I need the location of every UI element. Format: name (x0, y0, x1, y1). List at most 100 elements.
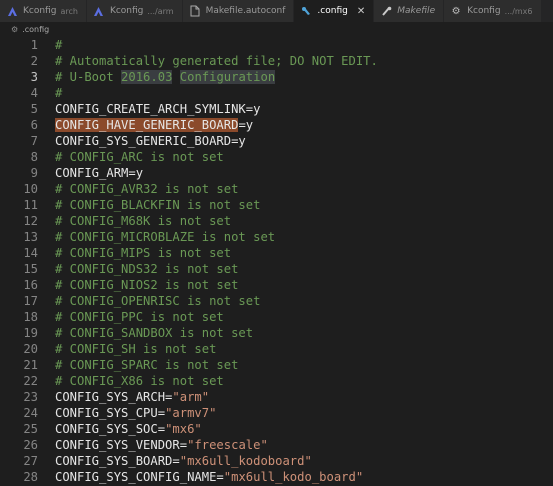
line-number: 11 (23, 198, 38, 212)
code-editor[interactable]: 1 #2 # Automatically generated file; DO NO… (0, 37, 553, 486)
code-token: CONFIG_SYS_BOARD= (55, 454, 180, 468)
code-token: # CONFIG_MICROBLAZE is not set (55, 230, 276, 244)
line-number: 12 (23, 214, 38, 228)
gear-icon: ⚙ (451, 5, 461, 17)
code-line[interactable]: 22 # CONFIG_X86 is not set (0, 373, 553, 389)
tab-5[interactable]: Makefile (374, 0, 445, 22)
line-number: 3 (30, 70, 38, 84)
code-line[interactable]: 20 # CONFIG_SH is not set (0, 341, 553, 357)
line-code[interactable]: CONFIG_SYS_BOARD="mx6ull_kodoboard" (55, 453, 312, 469)
code-token: # CONFIG_MIPS is not set (55, 246, 232, 260)
code-line[interactable]: 21 # CONFIG_SPARC is not set (0, 357, 553, 373)
line-code[interactable]: # CONFIG_SANDBOX is not set (55, 325, 253, 341)
line-number: 14 (23, 246, 38, 260)
line-code[interactable]: # CONFIG_NDS32 is not set (55, 261, 238, 277)
line-code[interactable]: # CONFIG_X86 is not set (55, 373, 224, 389)
code-token: # CONFIG_PPC is not set (55, 310, 224, 324)
line-code[interactable]: CONFIG_SYS_VENDOR="freescale" (55, 437, 268, 453)
tab-1[interactable]: Kconfig arch (0, 0, 87, 22)
line-code[interactable]: # CONFIG_AVR32 is not set (55, 181, 238, 197)
line-code[interactable]: # CONFIG_OPENRISC is not set (55, 293, 260, 309)
code-line[interactable]: 11 # CONFIG_BLACKFIN is not set (0, 197, 553, 213)
code-line[interactable]: 9 CONFIG_ARM=y (0, 165, 553, 181)
code-line[interactable]: 7 CONFIG_SYS_GENERIC_BOARD=y (0, 133, 553, 149)
code-line[interactable]: 15 # CONFIG_NDS32 is not set (0, 261, 553, 277)
code-line[interactable]: 12 # CONFIG_M68K is not set (0, 213, 553, 229)
line-code[interactable]: CONFIG_SYS_CPU="armv7" (55, 405, 216, 421)
line-number: 28 (23, 470, 38, 484)
code-line[interactable]: 28 CONFIG_SYS_CONFIG_NAME="mx6ull_kodo_bo… (0, 469, 553, 485)
line-code[interactable]: # U-Boot 2016.03 Configuration (55, 69, 276, 85)
breadcrumb-file[interactable]: .config (22, 25, 49, 34)
line-number: 22 (23, 374, 38, 388)
code-line[interactable]: 24 CONFIG_SYS_CPU="armv7" (0, 405, 553, 421)
line-code[interactable]: CONFIG_SYS_CONFIG_NAME="mx6ull_kodo_boar… (55, 469, 363, 485)
line-code[interactable]: CONFIG_HAVE_GENERIC_BOARD=y (55, 117, 253, 133)
close-icon[interactable]: ✕ (357, 6, 365, 17)
line-code[interactable]: # CONFIG_MIPS is not set (55, 245, 231, 261)
line-number: 21 (23, 358, 38, 372)
tab-3[interactable]: Makefile.autoconf (182, 0, 295, 22)
code-token: CONFIG_ARM=y (55, 166, 144, 180)
line-code[interactable]: CONFIG_ARM=y (55, 165, 143, 181)
tab-bar: Kconfig arch Kconfig .../arm Makefile.autoco… (0, 0, 553, 22)
line-code[interactable]: CONFIG_CREATE_ARCH_SYMLINK=y (55, 101, 260, 117)
code-line[interactable]: 27 CONFIG_SYS_BOARD="mx6ull_kodoboard" (0, 453, 553, 469)
code-line[interactable]: 8 # CONFIG_ARC is not set (0, 149, 553, 165)
code-line[interactable]: 6 CONFIG_HAVE_GENERIC_BOARD=y (0, 117, 553, 133)
tab-2[interactable]: Kconfig .../arm (86, 0, 183, 22)
line-code[interactable]: CONFIG_SYS_ARCH="arm" (55, 389, 209, 405)
line-code[interactable]: CONFIG_SYS_SOC="mx6" (55, 421, 202, 437)
code-line[interactable]: 25 CONFIG_SYS_SOC="mx6" (0, 421, 553, 437)
line-code[interactable]: # Automatically generated file; DO NOT E… (55, 53, 378, 69)
code-token: # CONFIG_M68K is not set (55, 214, 232, 228)
line-number: 9 (30, 166, 38, 180)
code-token: # CONFIG_SPARC is not set (55, 358, 239, 372)
code-token: 2016.03 (121, 70, 173, 84)
line-code[interactable]: # (55, 37, 62, 53)
code-token: # CONFIG_X86 is not set (55, 374, 224, 388)
code-token: # CONFIG_NDS32 is not set (55, 262, 239, 276)
code-token: CONFIG_SYS_ARCH= (55, 390, 173, 404)
tab-path: arch (60, 6, 78, 16)
code-line[interactable]: 19 # CONFIG_SANDBOX is not set (0, 325, 553, 341)
code-line[interactable]: 18 # CONFIG_PPC is not set (0, 309, 553, 325)
code-token: # CONFIG_OPENRISC is not set (55, 294, 261, 308)
code-token: CONFIG_SYS_CPU= (55, 406, 166, 420)
line-code[interactable]: # CONFIG_PPC is not set (55, 309, 224, 325)
line-code[interactable]: # (55, 85, 62, 101)
tab-6[interactable]: ⚙ Kconfig .../mx6 (444, 0, 542, 22)
code-line[interactable]: 26 CONFIG_SYS_VENDOR="freescale" (0, 437, 553, 453)
line-code[interactable]: # CONFIG_NIOS2 is not set (55, 277, 238, 293)
code-line[interactable]: 4 # (0, 85, 553, 101)
code-line[interactable]: 16 # CONFIG_NIOS2 is not set (0, 277, 553, 293)
code-line[interactable]: 2 # Automatically generated file; DO NOT … (0, 53, 553, 69)
code-line[interactable]: 3 # U-Boot 2016.03 Configuration (0, 69, 553, 85)
code-token: "mx6" (165, 422, 202, 436)
line-code[interactable]: # CONFIG_M68K is not set (55, 213, 231, 229)
line-code[interactable]: CONFIG_SYS_GENERIC_BOARD=y (55, 133, 246, 149)
breadcrumb[interactable]: ⚙ .config (0, 22, 553, 36)
code-line[interactable]: 13 # CONFIG_MICROBLAZE is not set (0, 229, 553, 245)
code-line[interactable]: 17 # CONFIG_OPENRISC is not set (0, 293, 553, 309)
line-code[interactable]: # CONFIG_BLACKFIN is not set (55, 197, 260, 213)
line-code[interactable]: # CONFIG_SH is not set (55, 341, 216, 357)
tab-4[interactable]: .config ✕ (294, 0, 375, 22)
line-code[interactable]: # CONFIG_ARC is not set (55, 149, 224, 165)
line-code[interactable]: # CONFIG_SPARC is not set (55, 357, 238, 373)
code-line[interactable]: 14 # CONFIG_MIPS is not set (0, 245, 553, 261)
code-line[interactable]: 5 CONFIG_CREATE_ARCH_SYMLINK=y (0, 101, 553, 117)
code-token: # CONFIG_BLACKFIN is not set (55, 198, 261, 212)
code-token: "mx6ull_kodo_board" (223, 470, 364, 484)
code-token: "freescale" (187, 438, 268, 452)
line-number: 4 (30, 86, 38, 100)
code-line[interactable]: 23 CONFIG_SYS_ARCH="arm" (0, 389, 553, 405)
tab-label: Makefile.autoconf (205, 6, 286, 16)
makefile-icon (380, 5, 392, 17)
tab-path: .../mx6 (504, 6, 533, 16)
code-line[interactable]: 1 # (0, 37, 553, 53)
line-code[interactable]: # CONFIG_MICROBLAZE is not set (55, 229, 275, 245)
code-line[interactable]: 10 # CONFIG_AVR32 is not set (0, 181, 553, 197)
kconfig-icon (93, 5, 105, 17)
